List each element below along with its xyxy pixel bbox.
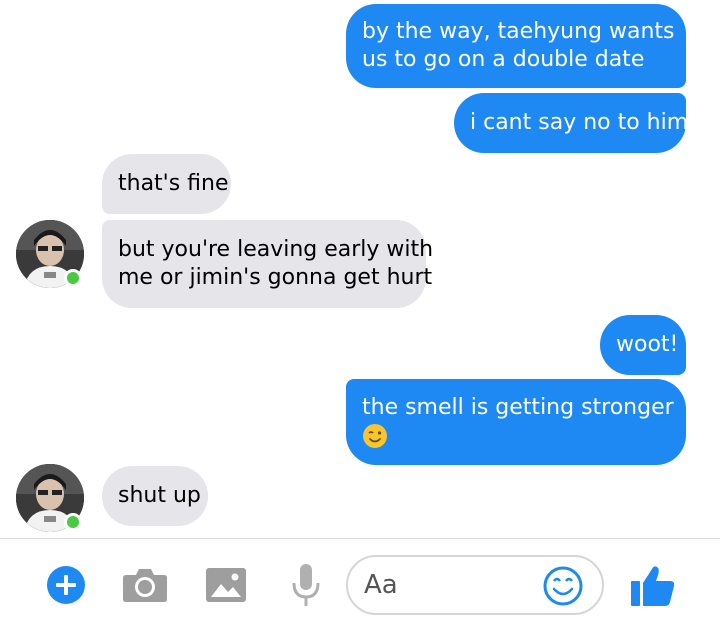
message-text: me or jimin's gonna get hurt <box>118 265 433 290</box>
camera-button[interactable] <box>122 565 168 605</box>
message-input-field[interactable] <box>346 555 604 615</box>
emoji-button[interactable] <box>542 565 584 607</box>
message-text: woot! <box>616 332 679 357</box>
message-bubble-outgoing[interactable]: by the way, taehyung wants us to go on a… <box>346 4 686 88</box>
online-status-dot <box>64 513 82 531</box>
image-icon <box>206 568 246 602</box>
message-text: that's fine <box>118 171 229 196</box>
message-text: shut up <box>118 483 201 508</box>
message-text: by the way, taehyung wants <box>362 19 675 44</box>
winking-face-emoji-icon <box>363 424 387 448</box>
message-text: us to go on a double date <box>362 47 645 72</box>
emoji-icon <box>543 566 583 606</box>
message-thread: by the way, taehyung wants us to go on a… <box>0 0 720 538</box>
camera-icon <box>123 569 167 602</box>
thumbs-up-icon <box>631 566 675 606</box>
message-composer <box>0 539 720 629</box>
message-bubble-outgoing[interactable]: the smell is getting stronger <box>346 379 686 465</box>
message-bubble-outgoing[interactable]: i cant say no to him <box>454 93 689 153</box>
message-input[interactable] <box>364 569 544 601</box>
message-text: i cant say no to him <box>470 110 689 135</box>
message-bubble-incoming[interactable]: shut up <box>102 466 208 526</box>
online-status-dot <box>64 269 82 287</box>
more-actions-button[interactable] <box>46 565 86 605</box>
message-bubble-incoming[interactable]: that's fine <box>102 154 231 214</box>
gallery-button[interactable] <box>205 567 247 603</box>
microphone-icon <box>292 564 320 606</box>
plus-icon <box>47 566 85 604</box>
like-button[interactable] <box>630 563 676 607</box>
voice-message-button[interactable] <box>292 563 320 607</box>
message-text: the smell is getting stronger <box>362 395 674 420</box>
message-text: but you're leaving early with <box>118 237 434 262</box>
message-bubble-outgoing[interactable]: woot! <box>600 315 686 375</box>
message-bubble-incoming[interactable]: but you're leaving early with me or jimi… <box>102 220 434 308</box>
